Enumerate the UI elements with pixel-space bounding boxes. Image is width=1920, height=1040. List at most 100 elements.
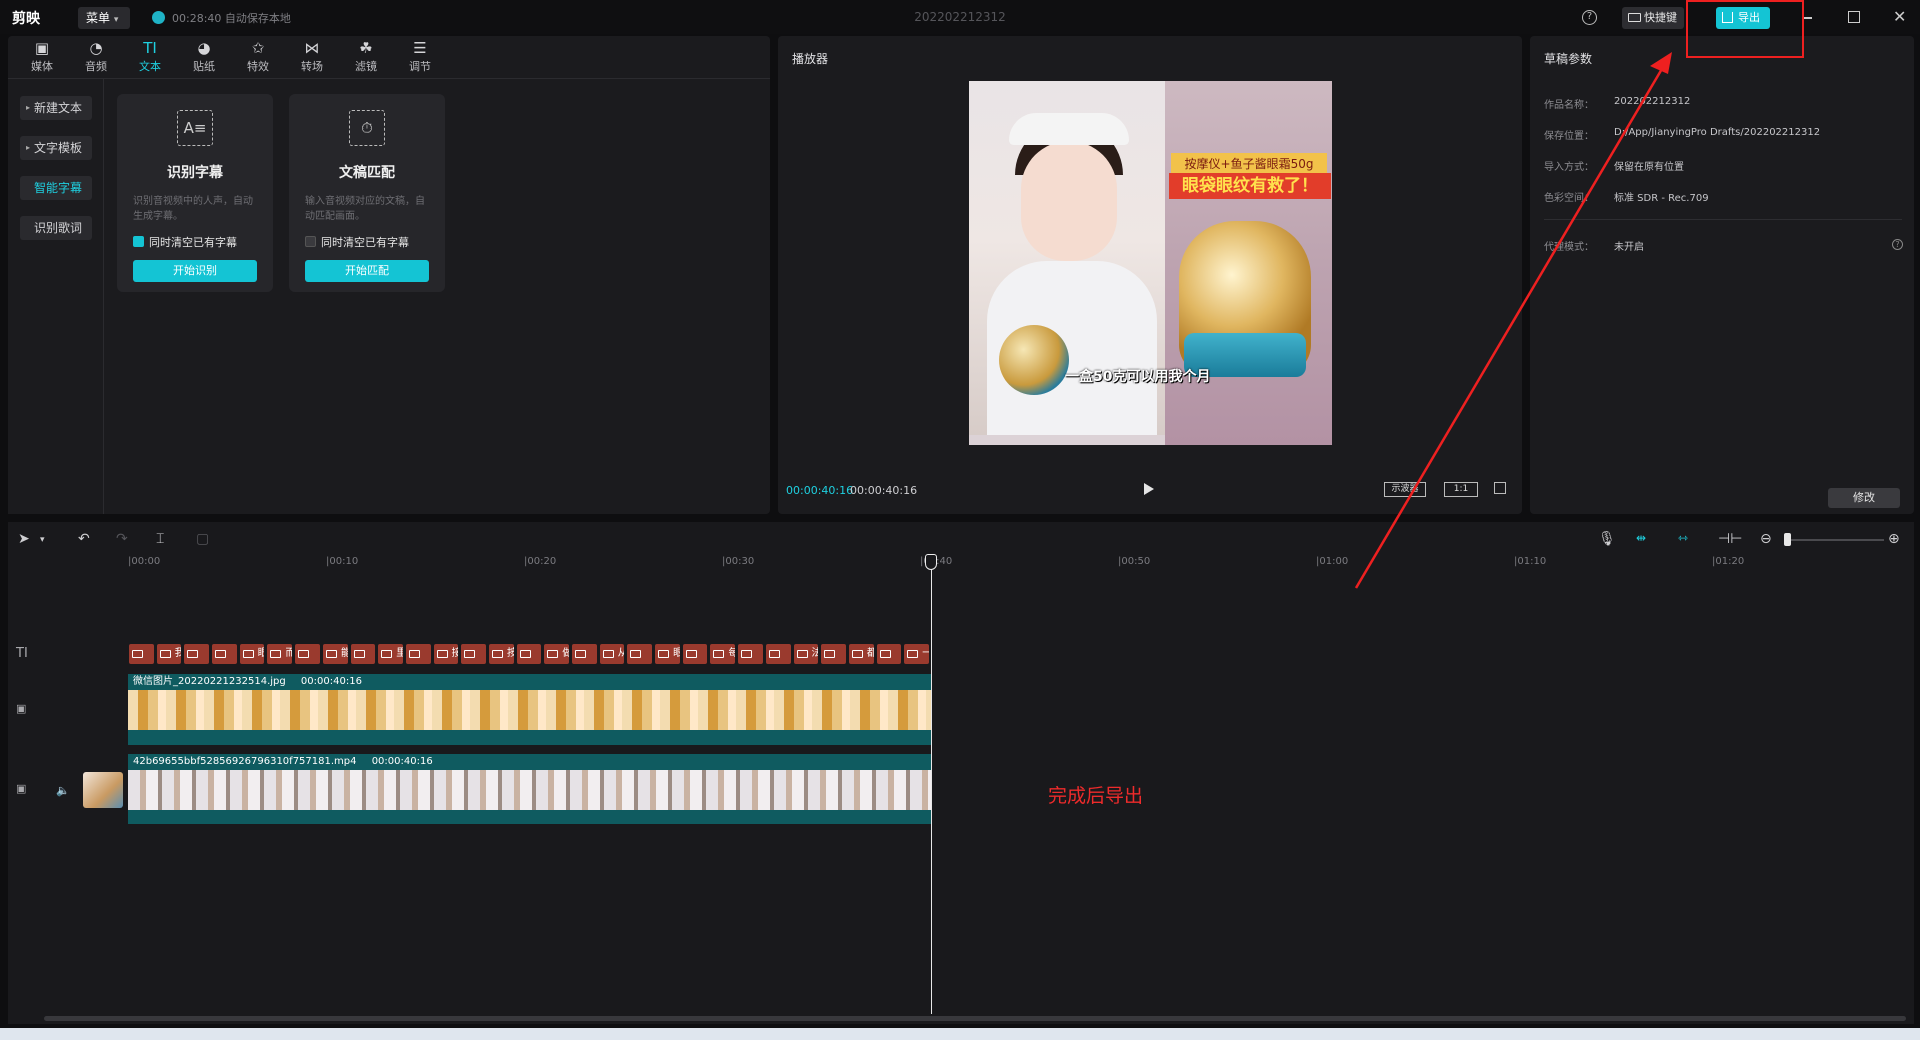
text-clip[interactable] <box>129 644 154 664</box>
text-clip[interactable]: 我的 <box>156 644 182 664</box>
text-clip[interactable]: 眼袋 <box>239 644 265 664</box>
scope-button[interactable]: 示波器 <box>1384 482 1426 497</box>
video-clip-frames[interactable] <box>128 770 931 810</box>
subtitle-recognize-icon: A≡ <box>177 110 213 146</box>
tab-adjust[interactable]: ☰ 调节 <box>400 40 440 74</box>
track-cover-thumbnail[interactable] <box>83 772 123 808</box>
text-clip-label: 眼袋 <box>257 648 265 659</box>
text-clip[interactable]: 能让眼 <box>322 644 348 664</box>
zoom-slider-track[interactable] <box>1784 539 1884 541</box>
keyboard-icon <box>1628 13 1641 22</box>
ruler-tick-label: |00:20 <box>524 556 557 567</box>
text-clip[interactable]: 里面 <box>378 644 403 664</box>
text-clip[interactable] <box>212 644 237 664</box>
text-clip-icon <box>851 650 863 658</box>
sidebar-item-text-template[interactable]: ▸ 文字模板 <box>20 136 92 160</box>
text-clip[interactable] <box>627 644 653 664</box>
annotation-text: 完成后导出 <box>1048 785 1144 807</box>
linkage-icon[interactable]: ⊣⊢ <box>1718 531 1742 547</box>
play-icon[interactable] <box>1144 483 1154 495</box>
tab-filter[interactable]: ☘ 滤镜 <box>346 40 386 74</box>
text-clip-icon <box>132 650 143 658</box>
sidebar-item-new-text[interactable]: ▸ 新建文本 <box>20 96 92 120</box>
text-clip[interactable]: 从 <box>599 644 625 664</box>
start-match-button[interactable]: 开始匹配 <box>305 260 429 282</box>
text-clip[interactable] <box>738 644 763 664</box>
text-clip[interactable] <box>405 644 431 664</box>
text-clip-label: 接 <box>451 648 459 659</box>
maximize-icon[interactable] <box>1848 11 1860 23</box>
chevron-down-icon[interactable]: ▾ <box>40 535 45 545</box>
video-preview[interactable]: 按摩仪+鱼子酱眼霜50g 眼袋眼纹有救了！ 一盒50克可以用我个月 <box>969 81 1332 445</box>
text-clip[interactable]: 而 <box>267 644 293 664</box>
taskbar-strip <box>0 1028 1920 1040</box>
timeline-scrollbar[interactable] <box>44 1016 1906 1021</box>
text-clip[interactable]: 都可以 <box>848 644 874 664</box>
text-clip[interactable]: 法 <box>793 644 819 664</box>
microphone-icon[interactable]: 🎙 <box>1598 531 1616 547</box>
text-clip-icon <box>824 650 836 658</box>
sidebar-item-smart-subtitle[interactable]: 智能字幕 <box>20 176 92 200</box>
tab-transition[interactable]: ⋈ 转场 <box>292 40 332 74</box>
text-clip[interactable]: 接 <box>433 644 459 664</box>
image-clip-frames[interactable] <box>128 690 931 730</box>
tab-text[interactable]: TI 文本 <box>130 40 170 74</box>
text-clip[interactable]: 眼部品 <box>655 644 680 664</box>
ratio-button[interactable]: 1:1 <box>1444 482 1478 497</box>
info-icon[interactable]: ? <box>1892 239 1903 250</box>
preview-face <box>1021 141 1117 261</box>
tab-effects[interactable]: ✩ 特效 <box>238 40 278 74</box>
total-time: 00:00:40:16 <box>850 484 918 497</box>
tab-sticker[interactable]: ◕ 贴纸 <box>184 40 224 74</box>
param-label: 作品名称： <box>1544 100 1594 111</box>
clear-subtitles-checkbox[interactable] <box>305 236 316 247</box>
zoom-in-icon[interactable]: ⊕ <box>1888 531 1900 547</box>
param-value: 202202212312 <box>1614 96 1691 107</box>
playhead-handle[interactable] <box>925 554 937 570</box>
zoom-slider-handle[interactable] <box>1784 533 1791 546</box>
fullscreen-icon[interactable] <box>1494 482 1506 494</box>
text-clip[interactable]: 按 <box>488 644 514 664</box>
effects-icon: ✩ <box>251 39 265 57</box>
text-clip[interactable]: 每 <box>710 644 736 664</box>
help-icon[interactable]: ? <box>1582 10 1597 25</box>
param-value: D:/App/JianyingPro Drafts/202202212312 <box>1614 127 1821 138</box>
text-clip[interactable] <box>350 644 376 664</box>
preview-banner-main: 眼袋眼纹有救了！ <box>1169 173 1331 199</box>
zoom-out-icon[interactable]: ⊖ <box>1760 531 1772 547</box>
proxy-value: 未开启 <box>1614 242 1644 253</box>
text-clip[interactable] <box>461 644 486 664</box>
video-clip-header[interactable]: 42b69655bbf52856926796310f757181.mp4 00:… <box>128 754 931 770</box>
text-icon: TI <box>143 39 157 57</box>
split-icon[interactable]: ⌶ <box>156 531 164 547</box>
text-clip[interactable] <box>682 644 708 664</box>
text-clip-icon <box>685 650 697 658</box>
text-clip[interactable] <box>876 644 902 664</box>
playhead-line[interactable] <box>931 556 932 1014</box>
tab-media[interactable]: ▣ 媒体 <box>22 40 62 74</box>
select-tool-icon[interactable]: ➤ <box>18 531 30 547</box>
text-clip[interactable] <box>295 644 320 664</box>
text-clip[interactable] <box>516 644 542 664</box>
text-clip-icon <box>796 650 808 658</box>
speaker-icon[interactable]: 🔈 <box>56 784 70 797</box>
modify-button[interactable]: 修改 <box>1828 488 1900 508</box>
sidebar-item-lyrics[interactable]: 识别歌词 <box>20 216 92 240</box>
image-clip-header[interactable]: 微信图片_20220221232514.jpg 00:00:40:16 <box>128 674 931 690</box>
main-track-magnet-icon[interactable]: ⇹ <box>1636 531 1646 545</box>
text-clip[interactable] <box>765 644 791 664</box>
text-clip[interactable] <box>184 644 210 664</box>
text-clip[interactable] <box>572 644 597 664</box>
text-clip[interactable]: 做提拉 <box>544 644 570 664</box>
close-icon[interactable]: ✕ <box>1893 7 1906 26</box>
text-clip-icon <box>602 650 614 658</box>
text-clip[interactable]: 一盒 <box>904 644 929 664</box>
tab-audio[interactable]: ◔ 音频 <box>76 40 116 74</box>
preview-caption: 一盒50克可以用我个月 <box>1065 369 1211 385</box>
auto-snap-icon[interactable]: ⇿ <box>1678 531 1688 545</box>
start-recognize-button[interactable]: 开始识别 <box>133 260 257 282</box>
text-clip[interactable] <box>821 644 846 664</box>
text-clip-icon <box>159 650 171 658</box>
clear-subtitles-checkbox[interactable] <box>133 236 144 247</box>
undo-icon[interactable]: ↶ <box>78 531 90 547</box>
